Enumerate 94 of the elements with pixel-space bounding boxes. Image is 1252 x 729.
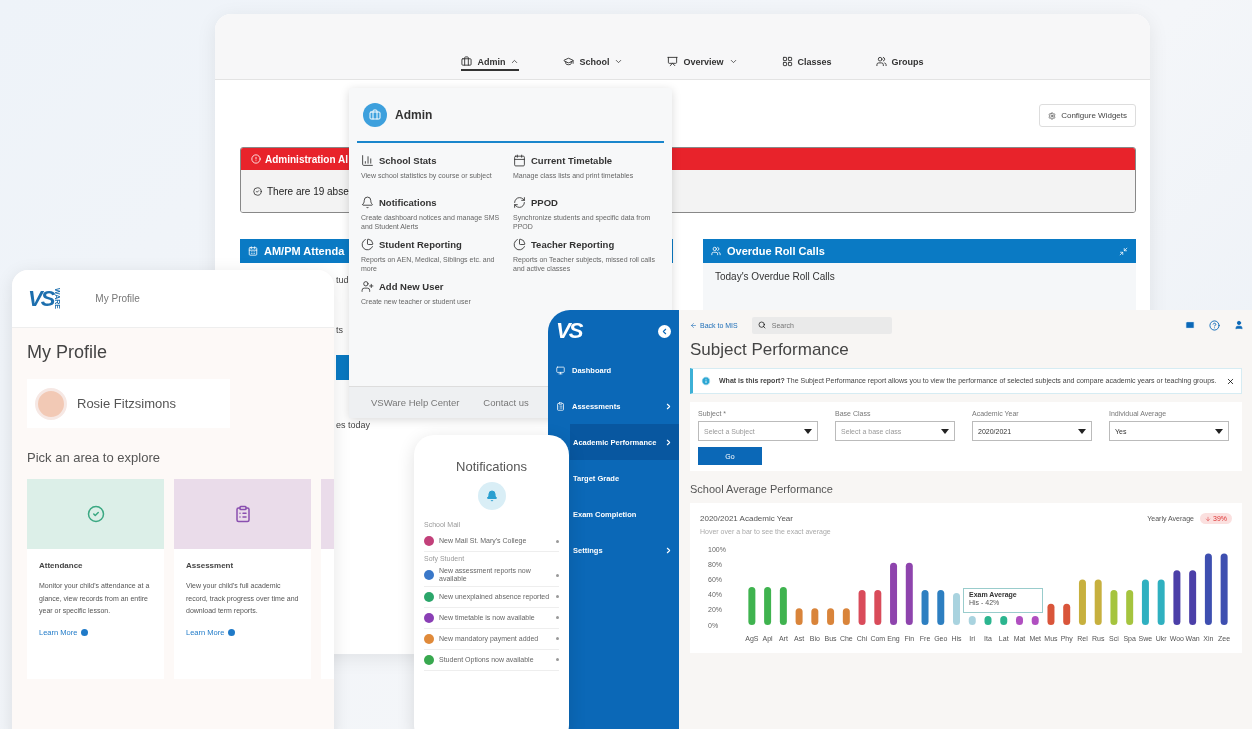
chart-bar[interactable] (1220, 553, 1228, 625)
menu-item[interactable]: Current Timetable (513, 154, 663, 167)
people-icon (711, 246, 721, 256)
section-title: Pick an area to explore (27, 450, 161, 465)
close-icon[interactable] (1226, 376, 1235, 386)
page-title: My Profile (27, 342, 108, 363)
pie-chart-icon (513, 238, 526, 251)
help-icon[interactable] (1209, 319, 1220, 331)
menu-item[interactable]: School Stats (361, 154, 511, 167)
menu-item[interactable]: Add New User (361, 280, 511, 293)
more-icon[interactable] (556, 573, 559, 577)
grid-icon (781, 56, 793, 67)
chevron-up-icon (510, 57, 520, 66)
sync-icon (513, 196, 526, 209)
avatar (35, 387, 67, 420)
chart-bar[interactable] (1016, 615, 1023, 625)
more-icon[interactable] (556, 637, 559, 641)
chevron-down-icon (728, 57, 738, 66)
pie-chart-icon (361, 238, 374, 251)
more-icon[interactable] (556, 658, 559, 662)
screen-title: Notifications (455, 459, 528, 474)
collapse-icon[interactable] (1119, 246, 1128, 256)
footer-link[interactable]: Contact us (483, 397, 529, 408)
menu-item[interactable]: Teacher Reporting (513, 238, 663, 251)
menu-item[interactable]: Notifications (361, 196, 511, 209)
widget-subtitle: Today's Overdue Roll Calls (715, 271, 835, 282)
info-icon (701, 376, 711, 386)
monitor-icon (556, 365, 565, 375)
chart-bar[interactable] (1031, 615, 1039, 625)
arrow-left-icon (690, 321, 697, 329)
logo: VS (556, 318, 582, 344)
user-icon[interactable] (1234, 319, 1244, 330)
clipboard-icon (556, 401, 565, 411)
calendar-icon (248, 246, 258, 256)
chart-bar[interactable] (890, 562, 898, 625)
chart-bar[interactable] (858, 590, 866, 625)
briefcase-icon (363, 102, 387, 127)
area-title: Attendance (39, 561, 84, 570)
alert-icon (251, 154, 261, 164)
chart-bar[interactable] (1189, 570, 1197, 625)
settings-icon (1048, 111, 1057, 120)
chart-bar[interactable] (1063, 603, 1071, 625)
presentation-icon (667, 56, 679, 67)
briefcase-icon (461, 56, 473, 67)
student-card[interactable]: Rosie Fitzsimons (27, 379, 230, 428)
logo: VS (28, 285, 54, 312)
widget-text: tud (336, 275, 349, 285)
section-title: School Average Performance (690, 483, 834, 495)
menu-item[interactable]: Student Reporting (361, 238, 511, 251)
chevron-right-icon (664, 545, 673, 555)
area-title: Assessment (186, 561, 235, 570)
chevron-left-icon (660, 326, 669, 336)
widget-text: ts (336, 325, 343, 335)
footer-link[interactable]: VSWare Help Center (371, 397, 460, 408)
graduation-cap-icon (563, 56, 575, 67)
more-icon[interactable] (556, 539, 559, 543)
configure-widgets-button[interactable]: Configure Widgets (1039, 104, 1136, 127)
header-title: My Profile (95, 293, 140, 304)
chart-bar[interactable] (874, 590, 882, 625)
page-title: Subject Performance (690, 340, 850, 360)
add-user-icon (361, 280, 374, 293)
mail-icon[interactable] (1185, 319, 1195, 330)
chart-bar[interactable] (1173, 570, 1181, 625)
chart-bar[interactable] (937, 590, 945, 625)
bell-icon (477, 482, 506, 510)
check-circle-icon (86, 505, 105, 523)
widget-title: AM/PM Attenda (264, 245, 345, 257)
menu-item[interactable]: PPOD (513, 196, 663, 209)
bar-chart-icon (361, 154, 374, 167)
chart-bar[interactable] (921, 590, 929, 625)
nav-tab[interactable]: Classes (781, 56, 832, 71)
menu-title: Admin (395, 107, 433, 122)
chevron-down-icon (614, 57, 624, 66)
chevron-right-icon (664, 437, 673, 447)
bell-icon (361, 196, 374, 209)
chevron-right-icon (664, 401, 673, 411)
chart-bar[interactable] (905, 562, 913, 625)
clipboard-icon (233, 505, 252, 523)
nav-tab[interactable]: School (563, 56, 624, 71)
search-icon (757, 320, 766, 329)
more-icon[interactable] (556, 595, 559, 599)
nav-tab[interactable]: Groups (875, 56, 924, 71)
nav-tab[interactable]: Admin (461, 56, 520, 71)
calendar-icon (513, 154, 526, 167)
more-icon[interactable] (556, 616, 559, 620)
chart-bar[interactable] (1204, 553, 1212, 625)
chart-bar[interactable] (1047, 603, 1055, 625)
widget-text: es today (336, 420, 371, 430)
nav-tab[interactable]: Overview (667, 56, 738, 71)
collapse-button[interactable] (658, 324, 671, 338)
people-icon (875, 56, 887, 67)
chart-title: 2020/2021 Academic Year (700, 514, 793, 523)
widget-title: Overdue Roll Calls (727, 245, 825, 257)
check-icon (253, 186, 262, 196)
